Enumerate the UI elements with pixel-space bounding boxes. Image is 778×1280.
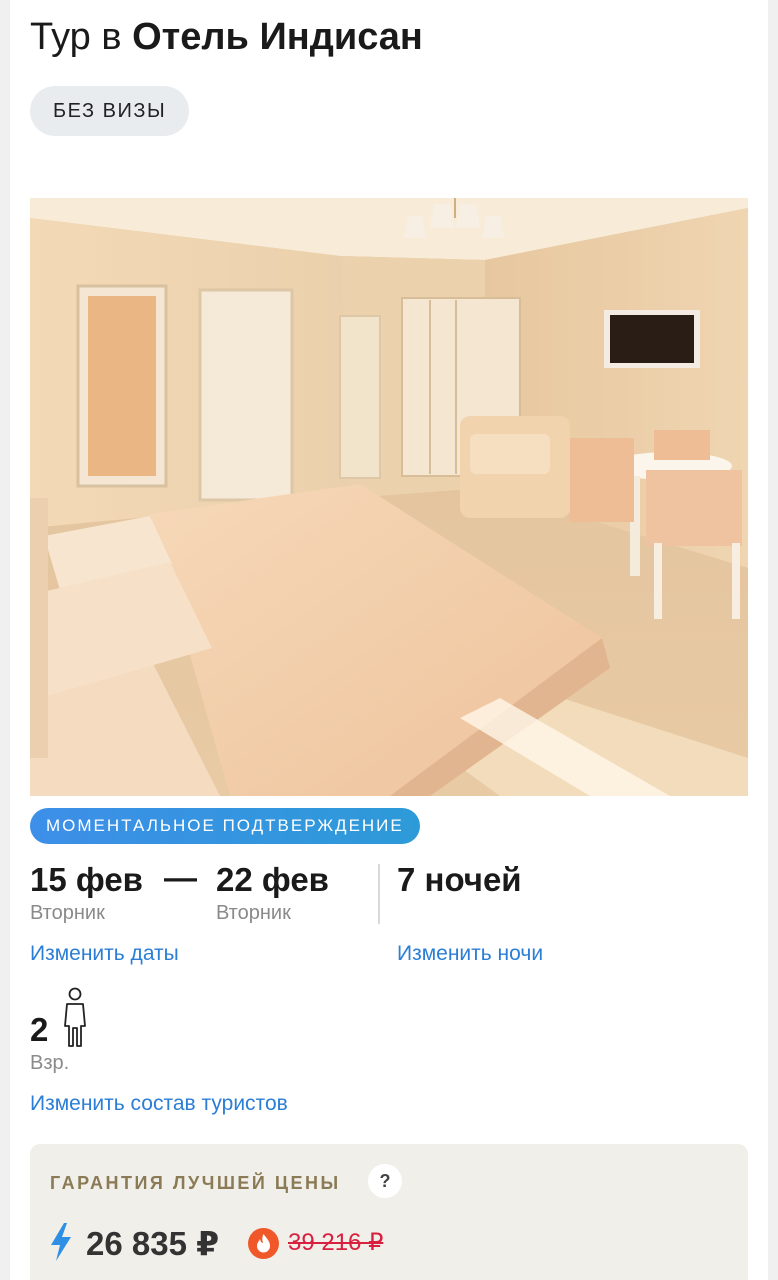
help-button[interactable]: ? — [368, 1164, 402, 1198]
date-from: 15 фев — [30, 861, 143, 898]
fire-icon — [248, 1228, 279, 1259]
date-to-weekday: Вторник — [216, 902, 291, 924]
price-block: ГАРАНТИЯ ЛУЧШЕЙ ЦЕНЫ ? 26 835 ₽ 39 216 ₽ — [30, 1144, 748, 1280]
instant-confirmation-badge: МОМЕНТАЛЬНОЕ ПОДТВЕРЖДЕНИЕ — [30, 808, 420, 844]
hotel-photo[interactable] — [30, 198, 748, 796]
hotel-name: Отель Индисан — [132, 16, 423, 58]
page-title: Тур в Отель Индисан — [30, 14, 423, 60]
hotel-room-image — [30, 198, 748, 796]
title-prefix: Тур в — [30, 16, 122, 58]
date-from-weekday: Вторник — [30, 902, 105, 924]
tour-page: Тур в Отель Индисан БЕЗ ВИЗЫ МОМЕНТАЛЬНО… — [10, 0, 768, 1280]
nights-count: 7 ночей — [397, 861, 522, 898]
person-icon — [64, 987, 86, 1047]
current-price: 26 835 ₽ — [86, 1225, 220, 1262]
date-separator: — — [164, 859, 197, 896]
divider — [378, 864, 380, 924]
visa-badge: БЕЗ ВИЗЫ — [30, 86, 190, 136]
old-price: 39 216 ₽ — [288, 1229, 384, 1256]
change-tourists-link[interactable]: Изменить состав туристов — [30, 1090, 288, 1118]
bolt-icon — [51, 1223, 71, 1261]
date-to: 22 фев — [216, 861, 329, 898]
tourists-count: 2 — [30, 1011, 49, 1048]
best-price-guarantee-label: ГАРАНТИЯ ЛУЧШЕЙ ЦЕНЫ — [50, 1173, 341, 1193]
change-dates-link[interactable]: Изменить даты — [30, 940, 179, 968]
change-nights-link[interactable]: Изменить ночи — [397, 940, 543, 968]
tourists-type: Взр. — [30, 1052, 70, 1074]
